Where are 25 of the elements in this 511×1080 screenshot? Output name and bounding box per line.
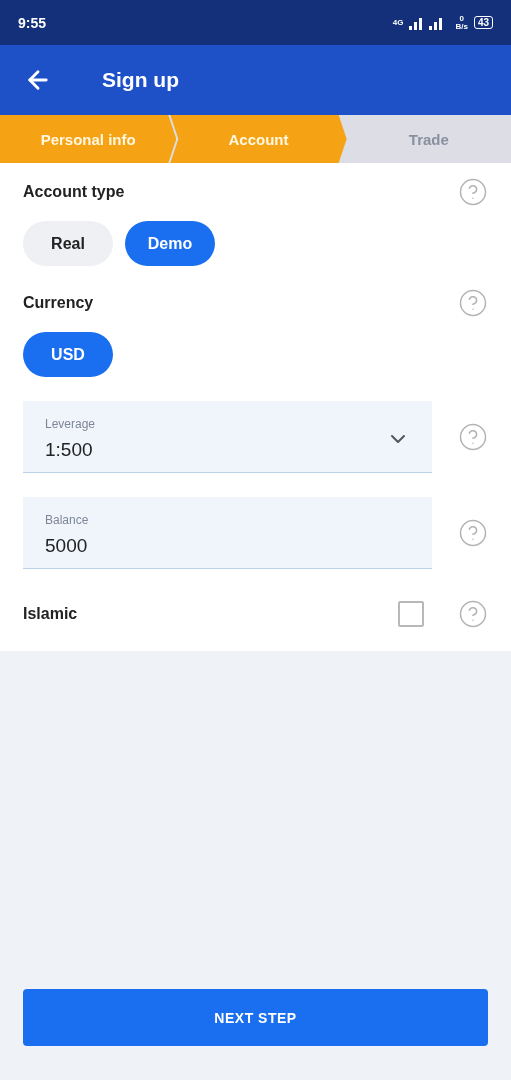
option-chip[interactable]: Real — [23, 221, 113, 266]
option-chip[interactable]: Demo — [125, 221, 215, 266]
field-label: Account type — [23, 183, 125, 201]
field-label: Balance — [45, 513, 89, 527]
battery-level: 43 — [473, 16, 493, 29]
help-icon[interactable] — [458, 518, 488, 548]
field-label: Leverage — [45, 417, 96, 431]
next-step-button[interactable]: NEXT STEP — [23, 989, 488, 1046]
help-icon[interactable] — [458, 422, 488, 452]
checkbox[interactable] — [398, 601, 424, 627]
option-chip[interactable]: USD — [23, 332, 113, 377]
speed-unit: B/s — [455, 22, 468, 31]
field-value: 5000 — [45, 535, 89, 557]
field-value: 1:500 — [45, 439, 94, 461]
page-title: Sign up — [102, 68, 179, 92]
leverage-select[interactable]: Leverage 1:500 — [23, 401, 432, 473]
help-icon[interactable] — [458, 599, 488, 629]
help-icon[interactable] — [458, 288, 488, 318]
field-label: Islamic — [23, 605, 78, 623]
balance-field[interactable]: Balance 5000 — [23, 497, 432, 569]
field-label: Currency — [23, 294, 94, 312]
status-time: 9:55 — [18, 14, 47, 31]
speed-value: 0 — [459, 14, 464, 23]
network-type: 4G — [392, 18, 404, 27]
help-icon[interactable] — [458, 177, 488, 207]
